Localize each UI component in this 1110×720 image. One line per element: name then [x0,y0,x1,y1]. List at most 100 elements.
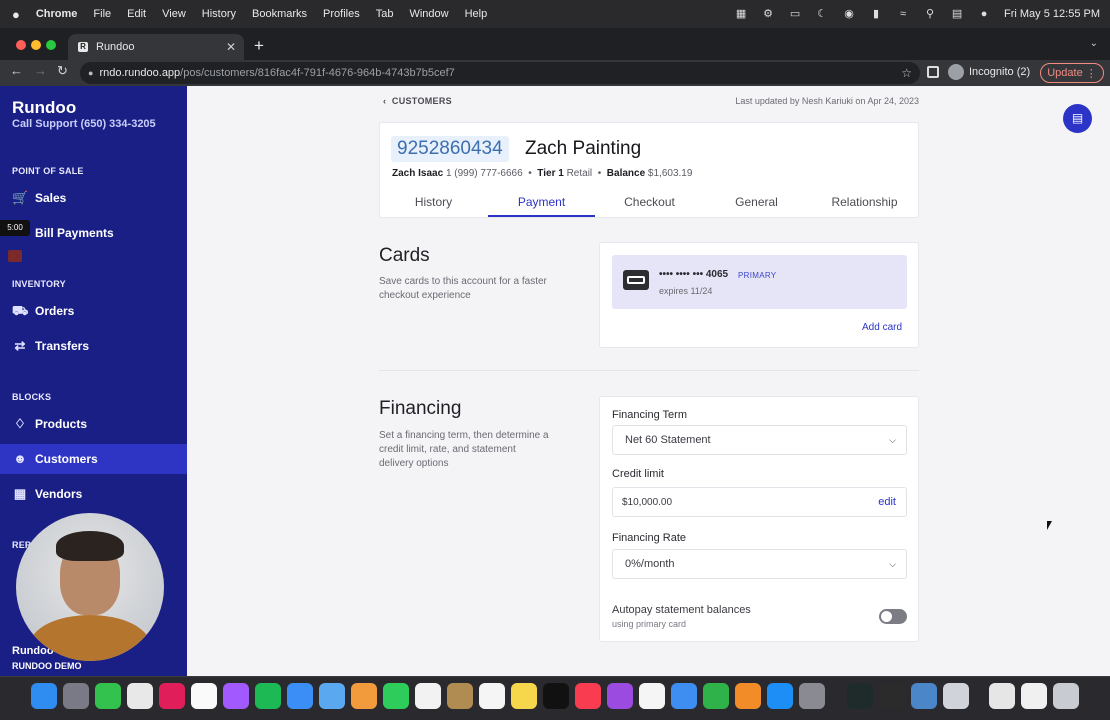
forward-icon[interactable]: → [34,63,47,78]
tab-search-icon[interactable]: ⌄ [1090,38,1098,49]
wifi-icon[interactable]: ≈ [896,8,910,20]
reminders-icon[interactable] [479,683,505,709]
chat-support-icon[interactable]: ▤ [1063,104,1092,133]
breadcrumb-customers[interactable]: ‹ CUSTOMERS [383,96,452,106]
news-icon[interactable] [639,683,665,709]
financing-title: Financing [379,398,462,419]
pages-icon[interactable] [735,683,761,709]
incognito-icon [948,64,964,80]
last-updated: Last updated by Nesh Kariuki on Apr 24, … [735,96,919,106]
browser-tab[interactable]: R Rundoo ✕ [68,34,244,60]
contacts-icon[interactable] [447,683,473,709]
launchpad-icon[interactable] [63,683,89,709]
finder-icon[interactable] [31,683,57,709]
app-store-icon[interactable] [767,683,793,709]
side-panel-icon[interactable] [927,66,939,78]
spotify-icon[interactable] [255,683,281,709]
tab-checkout[interactable]: Checkout [596,195,703,217]
moon-icon[interactable]: ☾ [815,8,829,20]
facetime-icon[interactable] [383,683,409,709]
reload-icon[interactable]: ↻ [57,63,68,79]
mail-icon[interactable] [287,683,313,709]
notion-icon[interactable] [191,683,217,709]
back-icon[interactable]: ← [10,63,23,78]
bookmark-star-icon[interactable]: ☆ [901,66,912,80]
record-icon[interactable]: ◉ [842,8,856,20]
menu-chrome[interactable]: Chrome [28,8,86,20]
status-app-icon[interactable]: ▦ [734,8,748,20]
maps-icon[interactable] [319,683,345,709]
brand-logo[interactable]: Rundoo [12,98,76,118]
financing-rate-select[interactable]: 0%/month ⌵ [612,549,907,579]
financing-description: Set a financing term, then determine a c… [379,430,549,469]
chrome-icon[interactable] [127,683,153,709]
apple-tv-icon[interactable] [543,683,569,709]
close-tab-icon[interactable]: ✕ [226,40,236,54]
music-icon[interactable] [575,683,601,709]
tab-relationship[interactable]: Relationship [811,195,918,217]
terminal-icon[interactable] [879,683,905,709]
gear-status-icon[interactable]: ⚙ [761,8,775,20]
address-bar[interactable]: ● rndo.rundoo.app /pos/customers/816fac4… [80,62,920,84]
trash-icon[interactable] [1053,683,1079,709]
control-center-icon[interactable]: ▤ [950,8,964,20]
sidebar-item-transfers[interactable]: ⇄ Transfers [0,331,187,361]
sidebar-item-vendors[interactable]: ▦ Vendors [0,479,187,509]
add-card-link[interactable]: Add card [862,322,902,333]
network-utility-icon[interactable] [911,683,937,709]
tab-title: Rundoo [96,41,135,53]
menubar-clock[interactable]: Fri May 5 12:55 PM [1004,8,1100,20]
update-button[interactable]: Update ⋮ [1040,63,1104,83]
menu-window[interactable]: Window [401,8,456,20]
battery-icon[interactable]: ▮ [869,8,883,20]
podcasts-icon[interactable] [607,683,633,709]
sidebar-item-label: Transfers [35,339,90,353]
menu-file[interactable]: File [85,8,119,20]
section-blocks: BLOCKS [12,392,52,402]
photos-icon[interactable] [351,683,377,709]
sidebar-item-orders[interactable]: ⛟ Orders [0,296,187,326]
document-icon[interactable] [989,683,1015,709]
downloads-folder-icon[interactable] [1021,683,1047,709]
support-phone[interactable]: Call Support (650) 334-3205 [12,118,156,130]
tab-payment[interactable]: Payment [488,195,595,217]
new-tab-icon[interactable]: + [254,36,264,56]
slack-icon[interactable] [159,683,185,709]
incognito-profile[interactable]: Incognito (2) [948,64,1030,80]
preview-icon[interactable] [943,683,969,709]
customer-phone[interactable]: 9252860434 [391,136,509,162]
cards-description: Save cards to this account for a faster … [379,276,547,301]
credit-limit-edit-link[interactable]: edit [878,496,896,508]
window-close-button[interactable] [16,40,26,50]
menu-history[interactable]: History [194,8,244,20]
keynote-icon[interactable] [671,683,697,709]
spotlight-search-icon[interactable]: ⚲ [923,8,937,20]
menu-tab[interactable]: Tab [368,8,402,20]
financing-term-select[interactable]: Net 60 Statement ⌵ [612,425,907,455]
menu-view[interactable]: View [154,8,194,20]
numbers-icon[interactable] [703,683,729,709]
autopay-toggle[interactable] [879,609,907,624]
window-minimize-button[interactable] [31,40,41,50]
sidebar-item-customers[interactable]: ☻ Customers [0,444,187,474]
apple-menu-icon[interactable]: ● [0,7,28,22]
menu-help[interactable]: Help [457,8,496,20]
menu-edit[interactable]: Edit [119,8,154,20]
activity-monitor-icon[interactable] [847,683,873,709]
calendar-icon[interactable] [415,683,441,709]
sidebar-item-sales[interactable]: 🛒 Sales [0,183,187,213]
sidebar-item-products[interactable]: ♢ Products [0,409,187,439]
menu-profiles[interactable]: Profiles [315,8,368,20]
menu-bookmarks[interactable]: Bookmarks [244,8,315,20]
tab-general[interactable]: General [703,195,810,217]
system-settings-icon[interactable] [799,683,825,709]
tab-history[interactable]: History [380,195,487,217]
figma-icon[interactable] [223,683,249,709]
saved-card[interactable] [612,255,907,309]
notes-icon[interactable] [511,683,537,709]
stop-recording-icon[interactable] [8,250,22,262]
window-zoom-button[interactable] [46,40,56,50]
messages-icon[interactable] [95,683,121,709]
display-status-icon[interactable]: ▭ [788,8,802,20]
siri-icon[interactable]: ● [977,8,991,20]
